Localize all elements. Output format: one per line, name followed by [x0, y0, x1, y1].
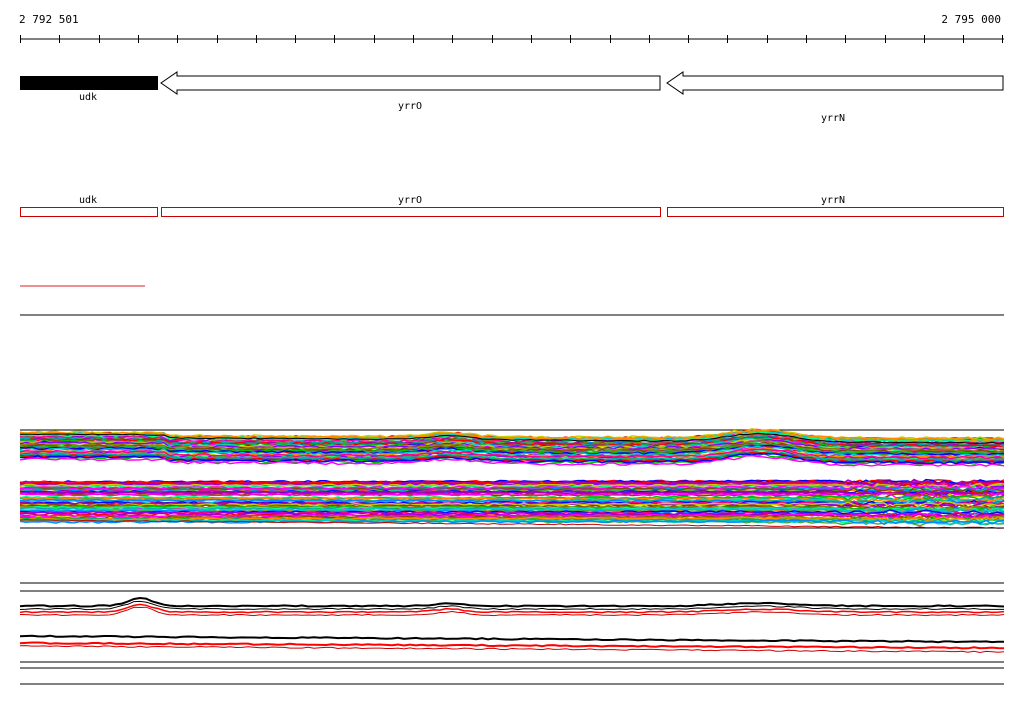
- coordinate-ruler: [20, 35, 1004, 43]
- expression-lines: [19, 427, 1005, 529]
- gene-udk-selected[interactable]: [20, 76, 158, 90]
- annotation-track: [20, 207, 1004, 217]
- expression-profiles-track: [19, 427, 1005, 529]
- annotation-label-udk: udk: [78, 195, 98, 206]
- gene-label-udk: udk: [78, 92, 98, 103]
- annotation-box-udk[interactable]: [20, 207, 158, 217]
- summary-lines: [19, 596, 1005, 654]
- annotation-label-yrrO: yrrO: [397, 195, 423, 206]
- gene-track: [20, 71, 1004, 95]
- annotation-box-yrrO[interactable]: [161, 207, 661, 217]
- annotation-label-yrrN: yrrN: [820, 195, 846, 206]
- gene-yrrO-arrow[interactable]: [160, 71, 661, 95]
- summary-track: [19, 582, 1005, 685]
- gene-yrrN-arrow[interactable]: [666, 71, 1004, 95]
- summary-line: [19, 596, 1005, 608]
- summary-line: [19, 634, 1005, 644]
- tracks-canvas: [19, 35, 1005, 685]
- gene-label-yrrO: yrrO: [397, 101, 423, 112]
- gene-label-yrrN: yrrN: [820, 113, 846, 124]
- summary-line: [19, 641, 1005, 650]
- genome-browser: 2 792 501 2 795 000 udk yrrO yrrN udk yr…: [0, 0, 1024, 714]
- annotation-box-yrrN[interactable]: [667, 207, 1004, 217]
